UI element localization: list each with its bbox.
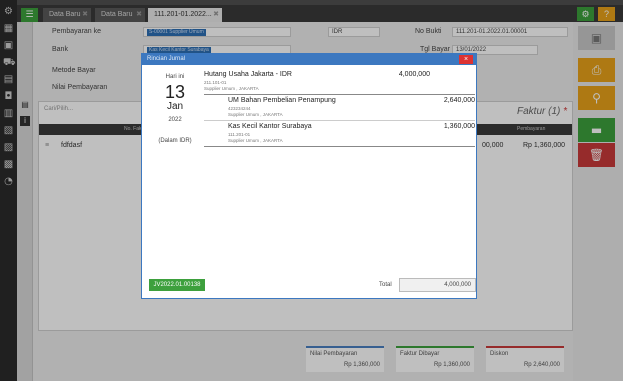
modal-title: Rincian Jurnal (147, 56, 186, 62)
entry-account-code: 423234244 (228, 106, 251, 111)
entry-account-name: Kas Kecil Kantor Surabaya (228, 123, 312, 130)
divider (204, 94, 475, 95)
journal-day: 13 (164, 82, 186, 102)
modal-header: Rincian Jurnal × (142, 54, 476, 65)
entry-amount: 2,640,000 (443, 97, 475, 104)
entry-account-name: UM Bahan Pembelian Penampung (228, 97, 336, 104)
journal-year: 2022 (168, 117, 182, 123)
entry-amount: 1,360,000 (443, 123, 475, 130)
total-label: Total (379, 282, 392, 288)
entry-party: Supplier Umum , JAKARTA (228, 112, 283, 117)
entry-party: Supplier Umum , JAKARTA (228, 138, 283, 143)
hari-ini-label: Hari ini (165, 74, 185, 80)
currency-note: (Dalam IDR) (158, 138, 192, 144)
entry-account-code: 111.201-01 (228, 132, 251, 137)
entry-amount: 4,000,000 (398, 71, 430, 78)
journal-month: Jan (166, 101, 184, 112)
entry-party: Supplier Umum , JAKARTA (204, 86, 259, 91)
entry-account-code: 211.101-01 (204, 80, 227, 85)
total-value: 4,000,000 (399, 278, 476, 292)
journal-detail-modal: Rincian Jurnal × Hari ini 13 Jan 2022 (D… (141, 53, 477, 299)
divider (204, 120, 475, 121)
divider (204, 146, 475, 147)
close-button[interactable]: × (459, 55, 473, 64)
jv-number-button[interactable]: JV2022.01.00138 (149, 279, 205, 291)
entry-account-name: Hutang Usaha Jakarta - IDR (204, 71, 292, 78)
